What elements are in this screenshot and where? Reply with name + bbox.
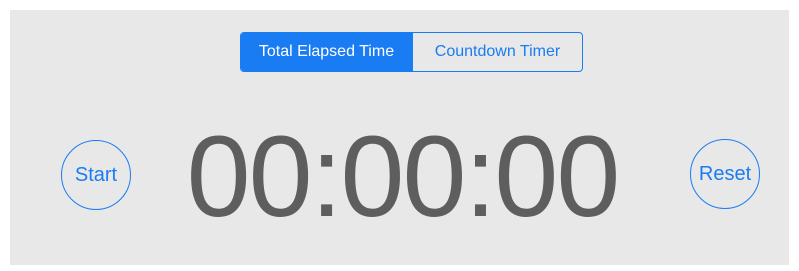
- mode-segmented-control: Total Elapsed Time Countdown Timer: [240, 32, 583, 72]
- segment-countdown-timer[interactable]: Countdown Timer: [412, 33, 582, 71]
- start-button[interactable]: Start: [61, 140, 131, 210]
- segment-total-elapsed-time[interactable]: Total Elapsed Time: [241, 33, 412, 71]
- time-display: 00:00:00: [186, 113, 621, 241]
- reset-button[interactable]: Reset: [690, 139, 760, 209]
